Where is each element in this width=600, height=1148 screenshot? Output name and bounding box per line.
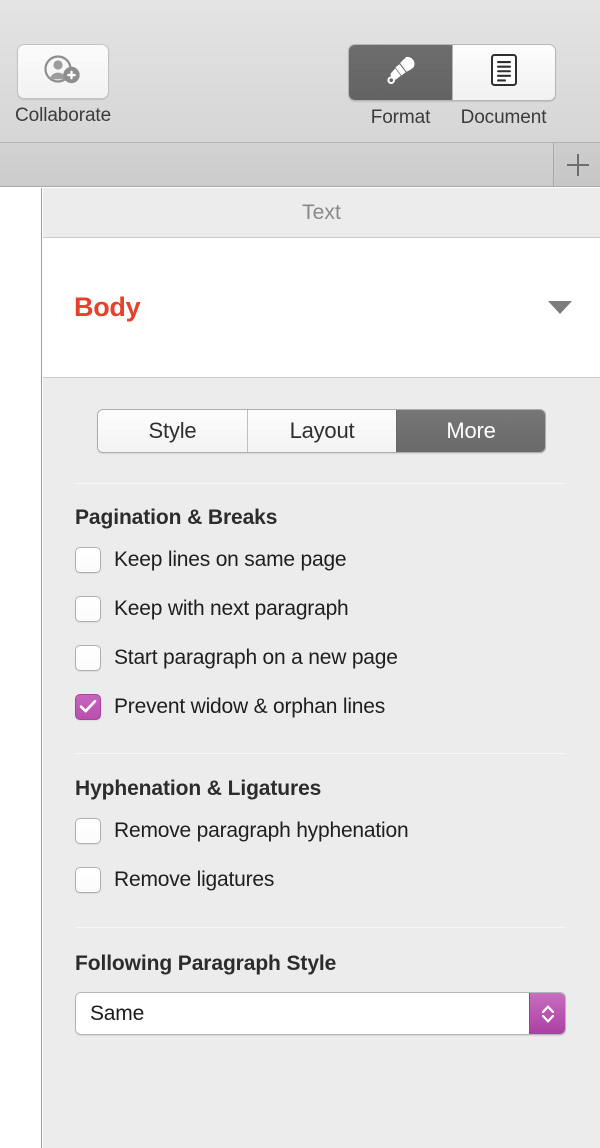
section-pagination-breaks: Pagination & Breaks Keep lines on same p… (43, 484, 600, 723)
pages-format-sidebar-screen: Collaborate Format Document Text Body St… (0, 0, 600, 1148)
tab-bar-empty-area[interactable] (0, 143, 554, 186)
checkbox-label-keep-lines-same-page: Keep lines on same page (114, 547, 347, 571)
document-lines-icon (489, 53, 519, 92)
checkbox-row-start-paragraph-new-page[interactable]: Start paragraph on a new page (75, 641, 600, 674)
format-button[interactable] (349, 45, 452, 100)
inspector-tabs: Style Layout More (97, 409, 546, 453)
inspector-body: Style Layout More Pagination & Breaks Ke… (43, 378, 600, 1035)
chevron-up-down-icon[interactable] (529, 993, 565, 1034)
format-label: Format (370, 107, 431, 128)
checkbox-keep-with-next-paragraph[interactable] (75, 595, 101, 622)
section-hyphenation-ligatures: Hyphenation & Ligatures Remove paragraph… (43, 754, 600, 896)
checkbox-prevent-widow-orphan[interactable] (75, 693, 101, 720)
collaborate-button[interactable] (17, 44, 110, 99)
document-tab-bar (0, 143, 600, 187)
paintbrush-icon (384, 53, 418, 92)
checkbox-remove-paragraph-hyphenation[interactable] (75, 817, 101, 844)
collaborate-label: Collaborate (15, 105, 112, 126)
checkbox-label-remove-paragraph-hyphenation: Remove paragraph hyphenation (114, 818, 409, 842)
checkbox-start-paragraph-new-page[interactable] (75, 644, 101, 671)
tab-style[interactable]: Style (98, 410, 247, 452)
checkbox-row-remove-ligatures[interactable]: Remove ligatures (75, 863, 600, 896)
person-add-icon (41, 54, 85, 89)
document-canvas-edge (0, 188, 42, 1148)
plus-icon (566, 153, 589, 176)
section-title-following-paragraph-style: Following Paragraph Style (75, 952, 337, 975)
checkbox-label-keep-with-next-paragraph: Keep with next paragraph (114, 596, 349, 620)
add-tab-button[interactable] (555, 143, 600, 186)
inspector-tabs-row: Style Layout More (43, 378, 600, 453)
tab-layout-label: Layout (289, 418, 355, 443)
document-label: Document (460, 107, 547, 128)
section-following-paragraph-style: Following Paragraph Style Same (43, 928, 600, 1035)
paragraph-style-selector[interactable]: Body (43, 238, 600, 378)
tab-more[interactable]: More (396, 410, 545, 452)
section-title-pagination: Pagination & Breaks (75, 506, 278, 529)
inspector-title: Text (302, 200, 341, 224)
checkbox-label-prevent-widow-orphan: Prevent widow & orphan lines (114, 694, 386, 718)
chevron-down-icon[interactable] (548, 301, 572, 314)
checkbox-label-start-paragraph-new-page: Start paragraph on a new page (114, 645, 398, 669)
checkmark-icon (79, 699, 97, 713)
section-title-hyphenation: Hyphenation & Ligatures (75, 777, 322, 800)
following-paragraph-style-popup[interactable]: Same (75, 992, 566, 1035)
format-inspector-panel: Text Body Style Layout More Pagination &… (43, 188, 600, 1148)
checkbox-row-remove-paragraph-hyphenation[interactable]: Remove paragraph hyphenation (75, 814, 600, 847)
document-button[interactable] (452, 45, 555, 100)
checkbox-keep-lines-same-page[interactable] (75, 546, 101, 573)
checkbox-row-prevent-widow-orphan[interactable]: Prevent widow & orphan lines (75, 690, 600, 723)
tab-more-label: More (446, 418, 496, 443)
collaborate-toolbar-item[interactable]: Collaborate (15, 44, 111, 127)
checkbox-row-keep-lines-same-page[interactable]: Keep lines on same page (75, 543, 600, 576)
checkbox-row-keep-with-next-paragraph[interactable]: Keep with next paragraph (75, 592, 600, 625)
following-paragraph-style-value: Same (76, 993, 529, 1034)
checkbox-remove-ligatures[interactable] (75, 866, 101, 893)
tab-style-label: Style (148, 418, 197, 443)
inspector-header: Text (43, 188, 600, 238)
view-segmented-control: Format Document (348, 44, 556, 129)
tab-layout[interactable]: Layout (247, 410, 396, 452)
paragraph-style-name: Body (74, 292, 141, 322)
checkbox-label-remove-ligatures: Remove ligatures (114, 867, 275, 891)
window-toolbar: Collaborate Format Document (0, 0, 600, 143)
